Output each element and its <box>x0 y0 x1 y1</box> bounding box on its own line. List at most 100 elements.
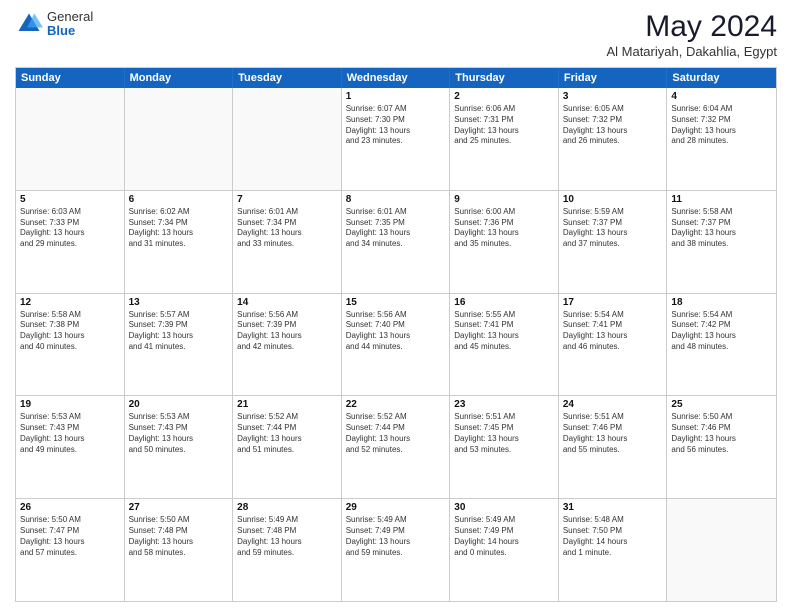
page: General Blue May 2024 Al Matariyah, Daka… <box>0 0 792 612</box>
cell-info: Sunrise: 5:49 AM Sunset: 7:49 PM Dayligh… <box>346 515 446 558</box>
day-number: 26 <box>20 502 120 513</box>
cell-info: Sunrise: 6:05 AM Sunset: 7:32 PM Dayligh… <box>563 104 663 147</box>
calendar-cell <box>16 88 125 190</box>
day-number: 2 <box>454 91 554 102</box>
calendar-cell: 23Sunrise: 5:51 AM Sunset: 7:45 PM Dayli… <box>450 396 559 498</box>
cell-info: Sunrise: 5:49 AM Sunset: 7:49 PM Dayligh… <box>454 515 554 558</box>
day-number: 5 <box>20 194 120 205</box>
cell-info: Sunrise: 5:53 AM Sunset: 7:43 PM Dayligh… <box>129 412 229 455</box>
day-number: 19 <box>20 399 120 410</box>
day-number: 24 <box>563 399 663 410</box>
calendar-cell: 25Sunrise: 5:50 AM Sunset: 7:46 PM Dayli… <box>667 396 776 498</box>
calendar-cell: 30 Sunrise: 5:49 AM Sunset: 7:49 PM Dayli… <box>450 499 559 601</box>
logo-icon <box>15 10 43 38</box>
cell-info: Sunrise: 5:48 AM Sunset: 7:50 PM Dayligh… <box>563 515 663 558</box>
calendar-cell <box>125 88 234 190</box>
calendar-cell: 18 Sunrise: 5:54 AM Sunset: 7:42 PM Dayli… <box>667 294 776 396</box>
cell-info: Sunrise: 5:53 AM Sunset: 7:43 PM Dayligh… <box>20 412 120 455</box>
day-number: 18 <box>671 297 772 308</box>
day-number: 10 <box>563 194 663 205</box>
calendar-cell: 21 Sunrise: 5:52 AM Sunset: 7:44 PM Dayli… <box>233 396 342 498</box>
cell-info: Sunrise: 6:04 AM Sunset: 7:32 PM Dayligh… <box>671 104 772 147</box>
cal-header-cell: Friday <box>559 68 668 88</box>
calendar-cell: 19 Sunrise: 5:53 AM Sunset: 7:43 PM Dayli… <box>16 396 125 498</box>
cell-info: Sunrise: 6:02 AM Sunset: 7:34 PM Dayligh… <box>129 207 229 250</box>
cell-info: Sunrise: 5:52 AM Sunset: 7:44 PM Dayligh… <box>346 412 446 455</box>
calendar-cell: 27 Sunrise: 5:50 AM Sunset: 7:48 PM Dayli… <box>125 499 234 601</box>
calendar-cell <box>233 88 342 190</box>
calendar-cell: 10 Sunrise: 5:59 AM Sunset: 7:37 PM Dayli… <box>559 191 668 293</box>
calendar-cell: 29 Sunrise: 5:49 AM Sunset: 7:49 PM Dayli… <box>342 499 451 601</box>
calendar-cell <box>667 499 776 601</box>
logo-general: General <box>47 10 93 24</box>
header: General Blue May 2024 Al Matariyah, Daka… <box>15 10 777 59</box>
cell-info: Sunrise: 6:06 AM Sunset: 7:31 PM Dayligh… <box>454 104 554 147</box>
day-number: 14 <box>237 297 337 308</box>
cell-info: Sunrise: 5:56 AM Sunset: 7:40 PM Dayligh… <box>346 310 446 353</box>
cell-info: Sunrise: 5:58 AM Sunset: 7:37 PM Dayligh… <box>671 207 772 250</box>
logo-text: General Blue <box>47 10 93 39</box>
calendar: SundayMondayTuesdayWednesdayThursdayFrid… <box>15 67 777 602</box>
cell-info: Sunrise: 6:01 AM Sunset: 7:34 PM Dayligh… <box>237 207 337 250</box>
calendar-cell: 6 Sunrise: 6:02 AM Sunset: 7:34 PM Daylig… <box>125 191 234 293</box>
calendar-week: 5Sunrise: 6:03 AM Sunset: 7:33 PM Daylig… <box>16 191 776 294</box>
calendar-cell: 9Sunrise: 6:00 AM Sunset: 7:36 PM Daylig… <box>450 191 559 293</box>
cell-info: Sunrise: 5:50 AM Sunset: 7:47 PM Dayligh… <box>20 515 120 558</box>
day-number: 17 <box>563 297 663 308</box>
calendar-cell: 14Sunrise: 5:56 AM Sunset: 7:39 PM Dayli… <box>233 294 342 396</box>
calendar-cell: 12 Sunrise: 5:58 AM Sunset: 7:38 PM Dayli… <box>16 294 125 396</box>
logo: General Blue <box>15 10 93 39</box>
cell-info: Sunrise: 5:57 AM Sunset: 7:39 PM Dayligh… <box>129 310 229 353</box>
day-number: 1 <box>346 91 446 102</box>
calendar-week: 1 Sunrise: 6:07 AM Sunset: 7:30 PM Daylig… <box>16 88 776 191</box>
calendar-cell: 20Sunrise: 5:53 AM Sunset: 7:43 PM Dayli… <box>125 396 234 498</box>
day-number: 15 <box>346 297 446 308</box>
calendar-cell: 15 Sunrise: 5:56 AM Sunset: 7:40 PM Dayli… <box>342 294 451 396</box>
cell-info: Sunrise: 6:07 AM Sunset: 7:30 PM Dayligh… <box>346 104 446 147</box>
day-number: 31 <box>563 502 663 513</box>
day-number: 8 <box>346 194 446 205</box>
day-number: 22 <box>346 399 446 410</box>
day-number: 12 <box>20 297 120 308</box>
calendar-cell: 11 Sunrise: 5:58 AM Sunset: 7:37 PM Dayli… <box>667 191 776 293</box>
calendar-cell: 13 Sunrise: 5:57 AM Sunset: 7:39 PM Dayli… <box>125 294 234 396</box>
calendar-cell: 1 Sunrise: 6:07 AM Sunset: 7:30 PM Daylig… <box>342 88 451 190</box>
calendar-cell: 17Sunrise: 5:54 AM Sunset: 7:41 PM Dayli… <box>559 294 668 396</box>
cell-info: Sunrise: 5:59 AM Sunset: 7:37 PM Dayligh… <box>563 207 663 250</box>
day-number: 6 <box>129 194 229 205</box>
day-number: 28 <box>237 502 337 513</box>
cell-info: Sunrise: 5:50 AM Sunset: 7:48 PM Dayligh… <box>129 515 229 558</box>
calendar-cell: 31 Sunrise: 5:48 AM Sunset: 7:50 PM Dayli… <box>559 499 668 601</box>
cell-info: Sunrise: 5:50 AM Sunset: 7:46 PM Dayligh… <box>671 412 772 455</box>
cal-header-cell: Wednesday <box>342 68 451 88</box>
day-number: 3 <box>563 91 663 102</box>
cal-header-cell: Tuesday <box>233 68 342 88</box>
day-number: 21 <box>237 399 337 410</box>
calendar-body: 1 Sunrise: 6:07 AM Sunset: 7:30 PM Daylig… <box>16 88 776 601</box>
calendar-cell: 5Sunrise: 6:03 AM Sunset: 7:33 PM Daylig… <box>16 191 125 293</box>
calendar-week: 19 Sunrise: 5:53 AM Sunset: 7:43 PM Dayli… <box>16 396 776 499</box>
day-number: 4 <box>671 91 772 102</box>
day-number: 29 <box>346 502 446 513</box>
calendar-week: 12 Sunrise: 5:58 AM Sunset: 7:38 PM Dayli… <box>16 294 776 397</box>
cell-info: Sunrise: 5:54 AM Sunset: 7:42 PM Dayligh… <box>671 310 772 353</box>
cell-info: Sunrise: 5:58 AM Sunset: 7:38 PM Dayligh… <box>20 310 120 353</box>
cal-header-cell: Thursday <box>450 68 559 88</box>
day-number: 13 <box>129 297 229 308</box>
cell-info: Sunrise: 5:49 AM Sunset: 7:48 PM Dayligh… <box>237 515 337 558</box>
cal-header-cell: Saturday <box>667 68 776 88</box>
cell-info: Sunrise: 5:52 AM Sunset: 7:44 PM Dayligh… <box>237 412 337 455</box>
day-number: 11 <box>671 194 772 205</box>
cell-info: Sunrise: 6:01 AM Sunset: 7:35 PM Dayligh… <box>346 207 446 250</box>
subtitle: Al Matariyah, Dakahlia, Egypt <box>606 44 777 59</box>
calendar-cell: 24Sunrise: 5:51 AM Sunset: 7:46 PM Dayli… <box>559 396 668 498</box>
calendar-cell: 3 Sunrise: 6:05 AM Sunset: 7:32 PM Daylig… <box>559 88 668 190</box>
logo-blue: Blue <box>47 24 93 38</box>
day-number: 30 <box>454 502 554 513</box>
day-number: 16 <box>454 297 554 308</box>
cal-header-cell: Monday <box>125 68 234 88</box>
day-number: 7 <box>237 194 337 205</box>
calendar-header: SundayMondayTuesdayWednesdayThursdayFrid… <box>16 68 776 88</box>
day-number: 27 <box>129 502 229 513</box>
calendar-cell: 4 Sunrise: 6:04 AM Sunset: 7:32 PM Daylig… <box>667 88 776 190</box>
